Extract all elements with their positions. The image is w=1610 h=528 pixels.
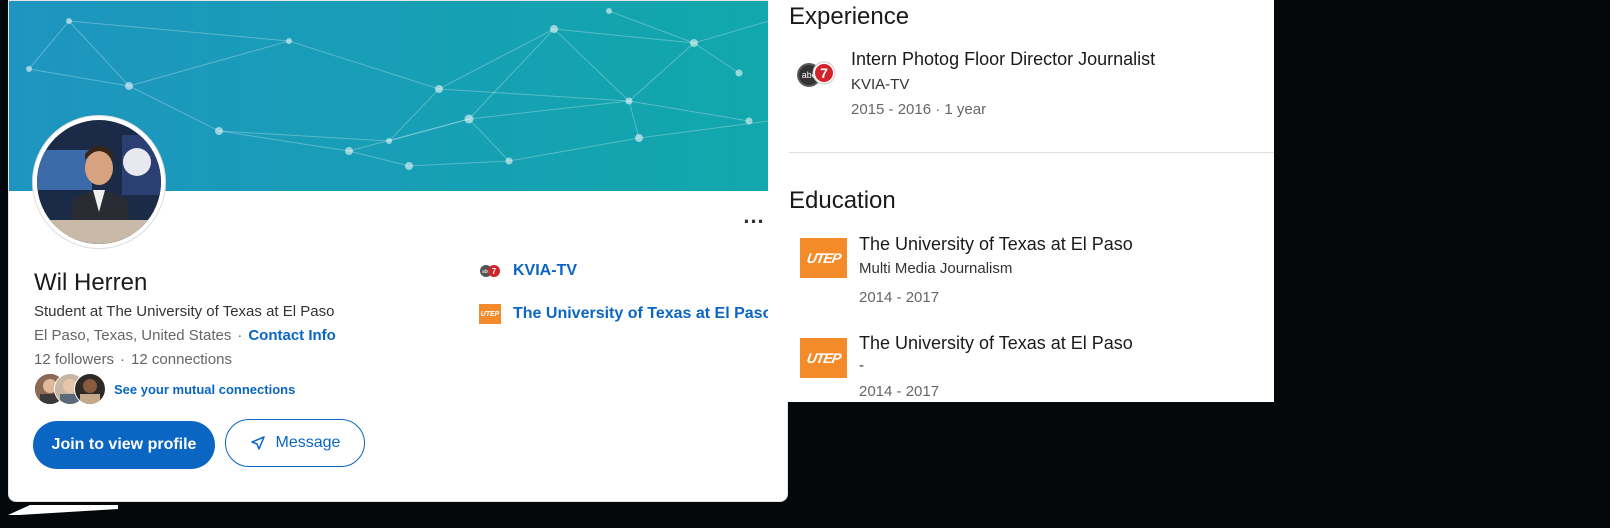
mutual-connections-link[interactable]: See your mutual connections: [114, 382, 295, 397]
separator-dot: ·: [120, 351, 126, 368]
current-company-link[interactable]: abc 7 KVIA-TV: [479, 259, 772, 283]
education-field: -: [859, 357, 864, 374]
profile-avatar: [33, 116, 165, 248]
send-icon: [250, 436, 265, 450]
education-dates: 2014 - 2017: [859, 289, 940, 306]
company-link-label: KVIA-TV: [513, 262, 577, 279]
education-link-label: The University of Texas at El Paso: [513, 305, 773, 322]
location-row: El Paso, Texas, United States · Contact In…: [34, 327, 336, 344]
education-school[interactable]: The University of Texas at El Paso: [859, 234, 1133, 255]
join-to-view-profile-button[interactable]: Join to view profile: [33, 421, 215, 469]
mutual-connections-row[interactable]: See your mutual connections: [34, 373, 295, 405]
utep-logo-icon: UTEP: [800, 338, 847, 378]
abc7-logo-icon: abc 7: [797, 61, 836, 87]
education-dates: 2014 - 2017: [859, 383, 940, 400]
separator-dot: ·: [237, 327, 243, 344]
utep-logo-icon: UTEP: [479, 304, 501, 324]
profile-side-links: abc 7 KVIA-TV UTEP The University of Tex…: [479, 259, 772, 345]
mutual-avatars: [34, 373, 106, 405]
details-panel: Experience abc 7 Intern Photog Floor Dir…: [768, 0, 1274, 402]
abc7-logo-icon: abc 7: [480, 265, 500, 277]
experience-role[interactable]: Intern Photog Floor Director Journalist: [851, 49, 1155, 70]
decorative-edge: [8, 505, 118, 515]
utep-logo-icon: UTEP: [800, 238, 847, 278]
avatar: [74, 373, 106, 405]
stats-row: 12 followers · 12 connections: [34, 351, 232, 368]
profile-name: Wil Herren: [34, 269, 148, 296]
education-heading: Education: [789, 187, 896, 214]
more-options-button[interactable]: ...: [739, 201, 769, 231]
svg-text:7: 7: [492, 267, 497, 276]
message-button-label: Message: [275, 434, 341, 451]
followers-count: 12 followers: [34, 351, 115, 368]
experience-dates: 2015 - 2016 · 1 year: [851, 101, 987, 118]
message-button[interactable]: Message: [225, 419, 365, 467]
profile-card: ... Wil Herren Student at The University…: [8, 0, 788, 502]
section-divider: [789, 152, 1274, 153]
education-link[interactable]: UTEP The University of Texas at El Paso: [479, 302, 772, 326]
svg-text:7: 7: [820, 65, 828, 81]
connections-count: 12 connections: [131, 351, 232, 368]
profile-location: El Paso, Texas, United States: [34, 327, 232, 344]
education-field: Multi Media Journalism: [859, 260, 1013, 277]
experience-heading: Experience: [789, 3, 910, 30]
profile-headline: Student at The University of Texas at El…: [34, 303, 335, 320]
experience-company: KVIA-TV: [851, 76, 910, 93]
education-school[interactable]: The University of Texas at El Paso: [859, 333, 1133, 354]
contact-info-link[interactable]: Contact Info: [248, 327, 336, 344]
